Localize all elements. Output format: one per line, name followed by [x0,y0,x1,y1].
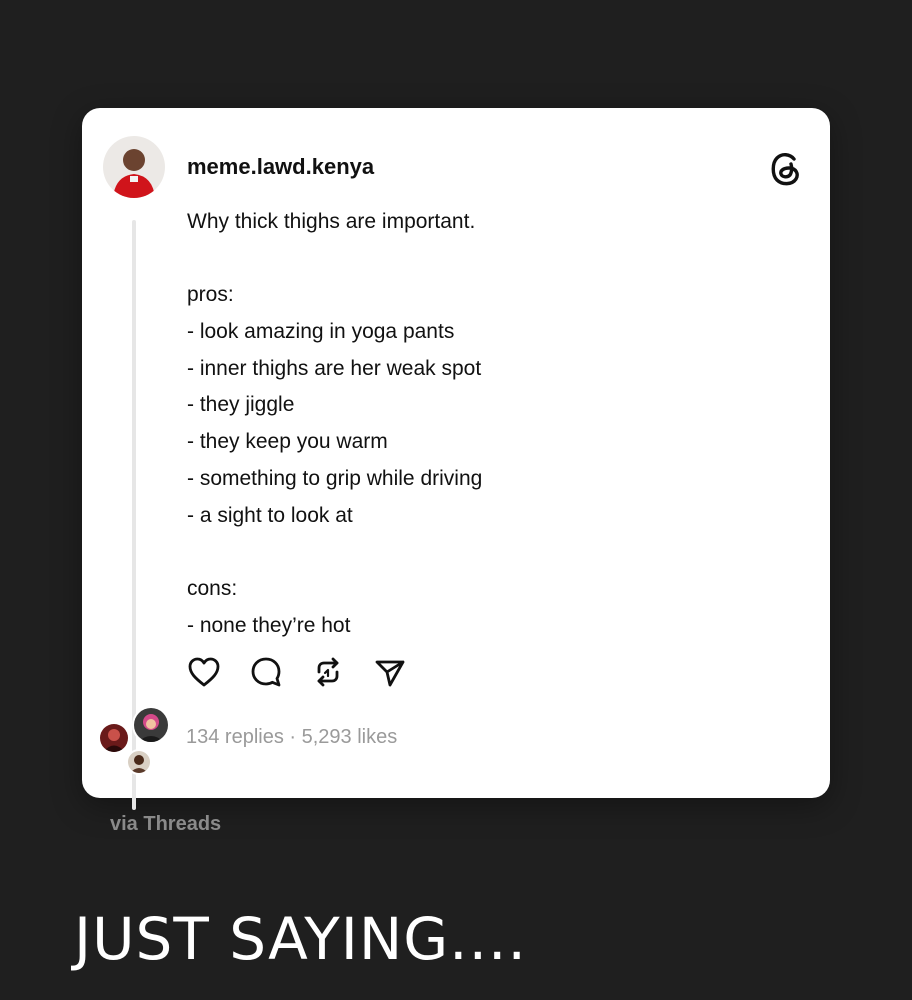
comment-icon [251,657,281,687]
like-button[interactable] [186,654,222,690]
post-line: - they keep you warm [187,430,388,454]
post-line: cons: [187,576,238,600]
repost-button[interactable] [310,654,346,690]
post-line: - something to grip while driving [187,466,483,490]
post-line: pros: [187,283,234,307]
post-line: Why thick thighs are important. [187,210,476,233]
post-text: Why thick thighs are important. pros: - … [187,204,787,644]
repost-icon [317,657,339,687]
post-stats[interactable]: 134 replies · 5,293 likes [186,726,397,749]
post-line: - none they’re hot [187,613,351,637]
threads-post-card: meme.lawd.kenya Why thick thighs are imp… [82,108,830,810]
post-line: - inner thighs are her weak spot [187,356,482,380]
replier-avatar[interactable] [126,749,152,775]
replier-avatar[interactable] [132,706,170,744]
post-line: - look amazing in yoga pants [187,320,455,344]
post-line: - a sight to look at [187,503,353,527]
post-line [187,241,787,278]
caption-text: JUST SAYING.... [74,905,527,973]
post-line: - they jiggle [187,393,295,417]
share-button[interactable] [372,654,408,690]
share-icon [375,660,405,687]
replier-avatar[interactable] [98,722,130,754]
author-avatar[interactable] [103,136,165,198]
author-username[interactable]: meme.lawd.kenya [187,154,374,180]
via-threads-label: via Threads [110,813,222,835]
post-actions [186,654,408,690]
threads-logo-icon [768,150,804,188]
post-line [187,534,787,571]
comment-button[interactable] [248,654,284,690]
heart-icon [188,657,220,687]
